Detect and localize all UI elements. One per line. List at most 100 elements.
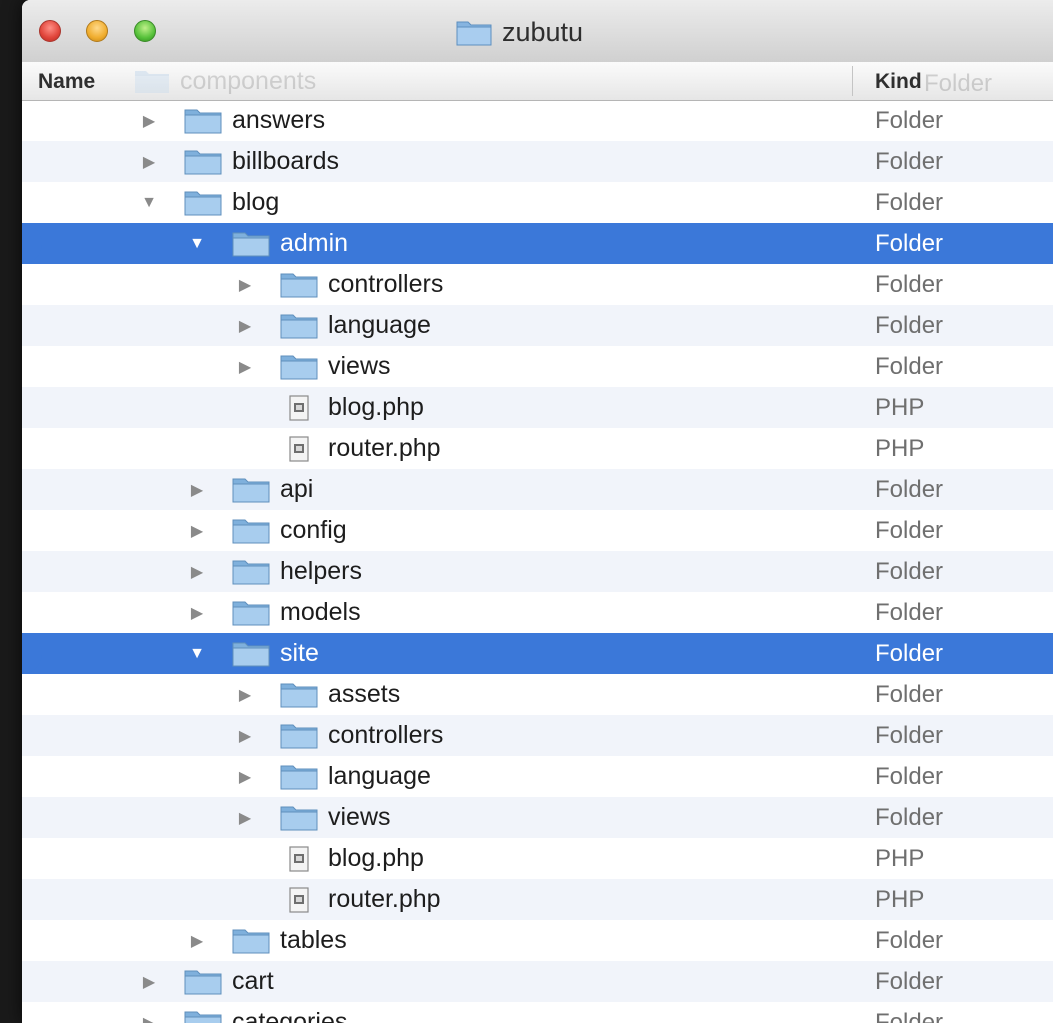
- folder-row[interactable]: ▶ api Folder: [22, 469, 1053, 510]
- row-name: views: [328, 352, 391, 380]
- folder-row[interactable]: ▶ views Folder: [22, 346, 1053, 387]
- row-content: ▶ models: [188, 592, 361, 633]
- disclosure-collapsed-icon[interactable]: ▶: [236, 317, 254, 335]
- disclosure-collapsed-icon[interactable]: ▶: [236, 358, 254, 376]
- zoom-window-button[interactable]: [134, 20, 156, 42]
- folder-row[interactable]: ▶ language Folder: [22, 305, 1053, 346]
- php-file-icon: [280, 435, 318, 462]
- row-name: language: [328, 311, 431, 339]
- row-name: billboards: [232, 147, 340, 175]
- disclosure-collapsed-icon[interactable]: ▶: [236, 809, 254, 827]
- folder-icon: [280, 272, 318, 298]
- minimize-window-button[interactable]: [86, 20, 108, 42]
- row-kind: Folder: [875, 721, 944, 749]
- folder-icon: [280, 764, 318, 790]
- file-row[interactable]: router.php PHP: [22, 428, 1053, 469]
- row-content: ▶ controllers: [236, 715, 443, 756]
- column-header-kind[interactable]: Kind: [875, 70, 922, 94]
- disclosure-expanded-icon[interactable]: ▼: [140, 194, 158, 212]
- disclosure-collapsed-icon[interactable]: ▶: [236, 276, 254, 294]
- row-kind: Folder: [875, 598, 944, 626]
- folder-row[interactable]: ▼ blog Folder: [22, 182, 1053, 223]
- disclosure-expanded-icon[interactable]: ▼: [188, 645, 206, 663]
- row-content: ▶ config: [188, 510, 347, 551]
- row-name: tables: [280, 926, 347, 954]
- close-window-button[interactable]: [39, 20, 61, 42]
- folder-row[interactable]: ▶ config Folder: [22, 510, 1053, 551]
- folder-row[interactable]: ▶ helpers Folder: [22, 551, 1053, 592]
- row-kind: Folder: [875, 557, 944, 585]
- folder-row[interactable]: ▶ models Folder: [22, 592, 1053, 633]
- folder-row[interactable]: ▶ cart Folder: [22, 961, 1053, 1002]
- row-name: models: [280, 598, 361, 626]
- folder-row[interactable]: ▶ controllers Folder: [22, 264, 1053, 305]
- folder-icon: [280, 805, 318, 831]
- row-kind: Folder: [875, 106, 944, 134]
- folder-row[interactable]: ▶ views Folder: [22, 797, 1053, 838]
- folder-row[interactable]: ▶ controllers Folder: [22, 715, 1053, 756]
- selection-highlight: [22, 633, 42, 674]
- disclosure-collapsed-icon[interactable]: ▶: [188, 563, 206, 581]
- file-row[interactable]: blog.php PHP: [22, 838, 1053, 879]
- row-kind: Folder: [875, 311, 944, 339]
- row-content: ▶ views: [236, 797, 391, 838]
- file-row[interactable]: router.php PHP: [22, 879, 1053, 920]
- scrolled-row-kind: Folder: [924, 70, 993, 97]
- row-kind: PHP: [875, 393, 925, 421]
- disclosure-collapsed-icon[interactable]: ▶: [188, 522, 206, 540]
- folder-icon: [184, 190, 222, 216]
- disclosure-collapsed-icon[interactable]: ▶: [236, 768, 254, 786]
- folder-icon: [232, 641, 270, 667]
- disclosure-collapsed-icon[interactable]: ▶: [236, 686, 254, 704]
- column-header-name[interactable]: Name: [38, 70, 95, 94]
- folder-row[interactable]: ▶ tables Folder: [22, 920, 1053, 961]
- folder-icon: [232, 928, 270, 954]
- row-content: ▶ categories: [140, 1002, 347, 1023]
- folder-icon: [232, 231, 270, 257]
- folder-row[interactable]: ▶ categories Folder: [22, 1002, 1053, 1023]
- row-kind: Folder: [875, 926, 944, 954]
- disclosure-collapsed-icon[interactable]: ▶: [236, 727, 254, 745]
- row-kind: Folder: [875, 803, 944, 831]
- row-content: blog.php: [236, 387, 424, 428]
- disclosure-collapsed-icon[interactable]: ▶: [140, 1014, 158, 1023]
- row-kind: PHP: [875, 434, 925, 462]
- row-kind: Folder: [875, 188, 944, 216]
- disclosure-collapsed-icon[interactable]: ▶: [140, 112, 158, 130]
- title-bar[interactable]: zubutu: [22, 0, 1053, 63]
- folder-row[interactable]: ▶ billboards Folder: [22, 141, 1053, 182]
- row-name: router.php: [328, 434, 441, 462]
- row-content: ▶ api: [188, 469, 314, 510]
- row-content: ▶ helpers: [188, 551, 362, 592]
- disclosure-collapsed-icon[interactable]: ▶: [140, 153, 158, 171]
- row-name: views: [328, 803, 391, 831]
- row-kind: Folder: [875, 475, 944, 503]
- disclosure-expanded-icon[interactable]: ▼: [188, 235, 206, 253]
- disclosure-collapsed-icon[interactable]: ▶: [140, 973, 158, 991]
- folder-row[interactable]: ▶ language Folder: [22, 756, 1053, 797]
- folder-row[interactable]: ▶ assets Folder: [22, 674, 1053, 715]
- row-name: assets: [328, 680, 401, 708]
- folder-icon: [232, 600, 270, 626]
- row-name: controllers: [328, 270, 444, 298]
- finder-window: zubutu Name Kind components Folder ▶ answ…: [22, 0, 1053, 1023]
- row-content: router.php: [236, 428, 441, 469]
- folder-row[interactable]: ▼ site Folder: [22, 633, 1053, 674]
- file-row[interactable]: blog.php PHP: [22, 387, 1053, 428]
- scrolled-row-ghost: components: [134, 62, 316, 100]
- row-kind: Folder: [875, 516, 944, 544]
- row-kind: Folder: [875, 229, 944, 257]
- disclosure-collapsed-icon[interactable]: ▶: [188, 604, 206, 622]
- row-content: ▼ site: [188, 633, 319, 674]
- disclosure-collapsed-icon[interactable]: ▶: [188, 481, 206, 499]
- window-title-text: zubutu: [502, 16, 584, 47]
- row-content: ▶ billboards: [140, 141, 339, 182]
- php-file-icon: [280, 845, 318, 872]
- column-divider[interactable]: [852, 66, 853, 96]
- folder-row[interactable]: ▼ admin Folder: [22, 223, 1053, 264]
- folder-row[interactable]: ▶ answers Folder: [22, 100, 1053, 141]
- scrolled-row-name: components: [180, 66, 317, 95]
- row-content: ▶ cart: [140, 961, 274, 1002]
- disclosure-collapsed-icon[interactable]: ▶: [188, 932, 206, 950]
